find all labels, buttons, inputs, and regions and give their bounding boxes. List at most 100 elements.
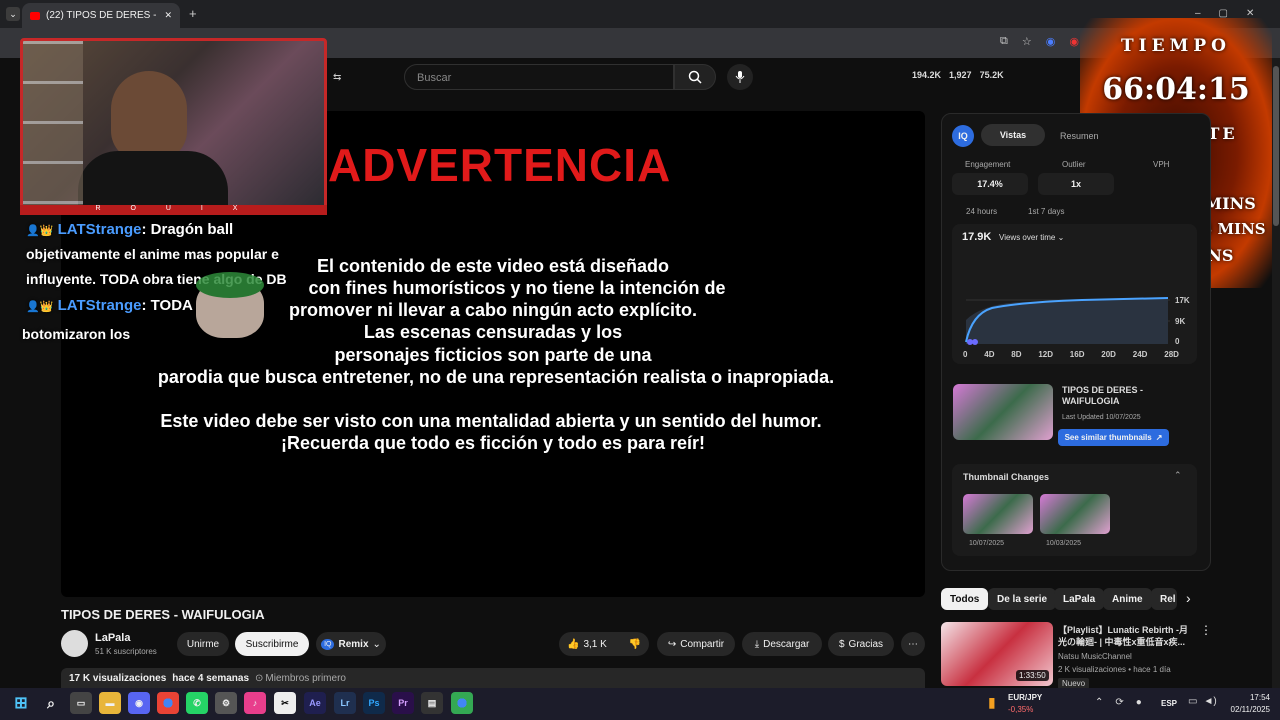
filter-icon[interactable]: ⇆ [333, 72, 341, 83]
channel-name[interactable]: LaPala [95, 632, 130, 644]
photoshop-icon[interactable]: Ps [363, 692, 385, 714]
thumbs-down-icon[interactable]: 👎 [629, 639, 641, 650]
x-tick: 0 [963, 350, 968, 359]
similar-thumbnails-button[interactable]: See similar thumbnails ↗ [1058, 429, 1169, 446]
description-box[interactable]: 17 K visualizaciones hace 4 semanas ⊙ Mi… [61, 668, 925, 688]
language-indicator[interactable]: ESP [1161, 699, 1177, 708]
star-icon[interactable]: ☆ [1022, 35, 1032, 48]
join-button[interactable]: Unirme [177, 632, 229, 656]
range-7d[interactable]: 1st 7 days [1028, 207, 1064, 216]
chip-lapala[interactable]: LaPala [1054, 588, 1105, 610]
scrollbar-thumb[interactable] [1273, 66, 1279, 226]
chrome-icon[interactable] [157, 692, 179, 714]
chevron-right-icon[interactable]: › [1186, 590, 1191, 606]
subscribe-button[interactable]: Suscribirme [235, 632, 309, 656]
address-bar-actions[interactable]: ⧉ ☆ ◉ ◉ [1000, 35, 1079, 48]
chevron-down-icon: ⌄ [1057, 233, 1065, 242]
ticker-change: -0,35% [1008, 705, 1034, 714]
subscriber-count: 51 K suscriptores [95, 647, 157, 656]
whatsapp-icon[interactable]: ✆ [186, 692, 208, 714]
capcut-icon[interactable]: ✂ [274, 692, 296, 714]
range-24h[interactable]: 24 hours [966, 207, 997, 216]
discord-icon[interactable]: ◉ [128, 692, 150, 714]
volume-icon[interactable]: ◄) [1203, 696, 1216, 707]
views-dropdown[interactable]: Views over time ⌄ [999, 233, 1064, 242]
thumbnail-change[interactable] [1040, 494, 1110, 534]
webcam-label: R O U I X [20, 205, 327, 215]
ticker-name[interactable]: EUR/JPY [1008, 693, 1042, 702]
download-icon: ⤓ [754, 638, 760, 650]
chrome-active-icon[interactable] [451, 692, 473, 714]
timer-value: 66:04:15 [1102, 72, 1250, 107]
lightroom-icon[interactable]: Lr [334, 692, 356, 714]
task-view-icon[interactable]: ▭ [70, 692, 92, 714]
premiere-icon[interactable]: Pr [392, 692, 414, 714]
search-input[interactable]: Buscar [404, 64, 674, 90]
windows-start-icon[interactable]: ⊞ [10, 692, 32, 714]
browser-tab[interactable]: (22) TIPOS DE DERES - WAIFULI ✕ [22, 3, 180, 28]
x-tick: 8D [1011, 350, 1022, 359]
clock-date[interactable]: 02/11/2025 [1222, 705, 1270, 714]
x-ticks: 0 4D 8D 12D 16D 20D 24D 28D [963, 350, 1179, 359]
recommended-title[interactable]: 【Playlist】Lunatic Rebirth -月光の輪廻- | 中毒性x… [1058, 624, 1193, 648]
terminal-icon[interactable]: ▤ [421, 692, 443, 714]
chat-message: botomizaron los [22, 326, 131, 342]
recommended-channel[interactable]: Natsu MusicChannel [1058, 652, 1132, 661]
remix-button[interactable]: IQ Remix ⌄ [316, 632, 386, 656]
video-thumbnail[interactable] [953, 384, 1053, 440]
voice-search-button[interactable] [727, 64, 753, 90]
thanks-icon: $ [838, 638, 845, 650]
timer-label: TIEMPO [1121, 36, 1231, 56]
extension-icon[interactable]: ◉ [1046, 35, 1056, 48]
file-explorer-icon[interactable]: ▬ [99, 692, 121, 714]
chat-badge-icon: 👤👑 [26, 225, 54, 237]
status-icons[interactable]: ▭ ◄) [1188, 696, 1217, 707]
network-icon[interactable]: ▭ [1188, 696, 1197, 707]
chat-username: LATStrange [57, 297, 142, 314]
chip-serie[interactable]: De la serie [988, 588, 1057, 610]
search-button[interactable] [674, 64, 716, 90]
x-tick: 12D [1038, 350, 1053, 359]
youtube-icon [30, 11, 40, 20]
x-tick: 24D [1132, 350, 1148, 359]
tab-resumen[interactable]: Resumen [1060, 131, 1099, 141]
chip-todos[interactable]: Todos [941, 588, 989, 610]
download-button[interactable]: ⤓ Descargar [742, 632, 822, 656]
chip-rel[interactable]: Rel [1151, 588, 1177, 610]
iq-logo: IQ [952, 125, 974, 147]
members-first-icon: ⊙ [255, 673, 264, 684]
similar-thumbnails-label: See similar thumbnails [1064, 433, 1152, 442]
stat-likes: 1,927 [949, 70, 972, 80]
new-tab-button[interactable]: + [189, 6, 197, 21]
page-scrollbar[interactable] [1272, 58, 1280, 688]
like-button[interactable]: 👍 3,1 K 👎 [559, 632, 649, 656]
avatar[interactable] [61, 630, 88, 657]
mic-icon [735, 71, 745, 83]
tab-search-icon[interactable]: ⌄ [6, 7, 20, 21]
more-actions-button[interactable]: ⋯ [901, 632, 925, 656]
sync-icon[interactable]: ⟳ [1115, 697, 1123, 708]
tab-title: (22) TIPOS DE DERES - WAIFULI [46, 10, 158, 21]
thumbnail-change[interactable] [963, 494, 1033, 534]
more-options-icon[interactable]: ⋮ [1200, 623, 1212, 637]
tiktok-icon[interactable]: ♪ [244, 692, 266, 714]
cast-icon[interactable]: ⧉ [1000, 35, 1008, 48]
thanks-label: Gracias [848, 638, 883, 650]
share-button[interactable]: ↪ Compartir [657, 632, 735, 656]
chevron-up-icon[interactable]: ⌃ [1174, 470, 1182, 481]
tab-close-icon[interactable]: ✕ [164, 10, 172, 21]
after-effects-icon[interactable]: Ae [304, 692, 326, 714]
mic-icon[interactable]: ● [1136, 697, 1142, 708]
steam-icon[interactable]: ⚙ [215, 692, 237, 714]
chip-anime[interactable]: Anime [1103, 588, 1152, 610]
warning-line: Este video debe ser visto con una mental… [160, 411, 822, 431]
chat-message: 👤👑 LATStrange: TODA [26, 297, 193, 314]
clock-time[interactable]: 17:54 [1238, 693, 1270, 702]
video-title: TIPOS DE DERES - WAIFULOGIA [61, 607, 265, 622]
tab-vistas[interactable]: Vistas [981, 124, 1045, 146]
thanks-button[interactable]: $ Gracias [828, 632, 894, 656]
search-icon[interactable]: ⌕ [40, 692, 62, 714]
chevron-up-icon[interactable]: ⌃ [1095, 697, 1103, 708]
extension-icon[interactable]: ◉ [1069, 35, 1079, 48]
system-tray[interactable]: ⌃ ⟳ ● [1095, 697, 1142, 708]
